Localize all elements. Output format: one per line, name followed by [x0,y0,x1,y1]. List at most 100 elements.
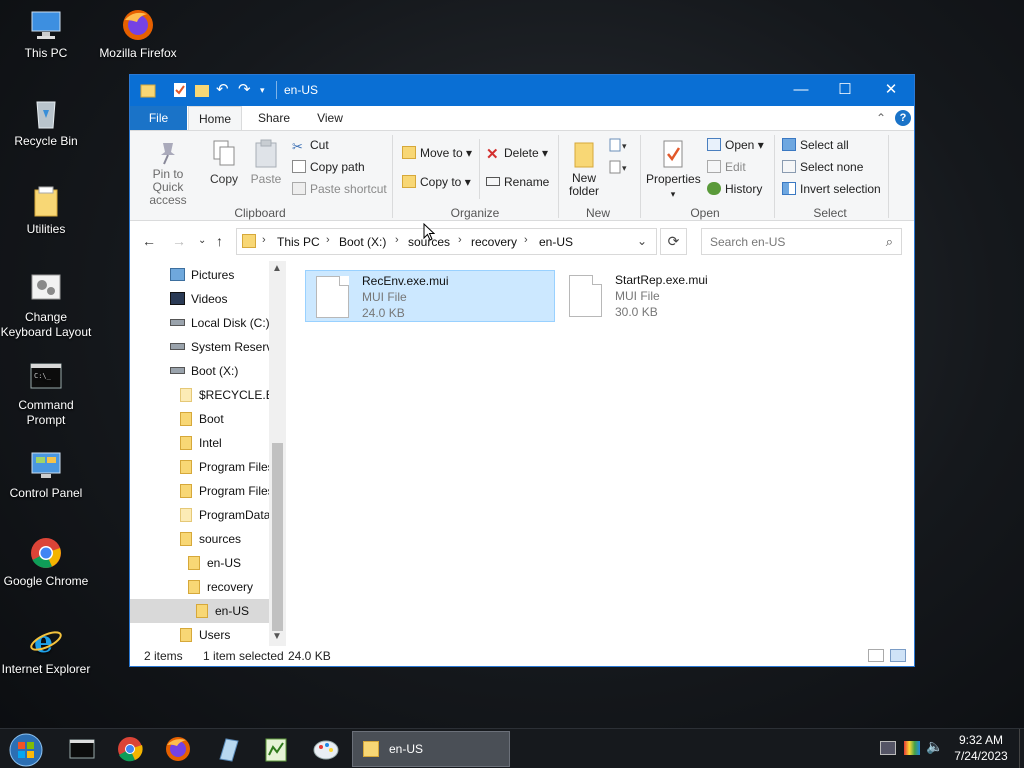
edit-button[interactable]: Edit [707,160,746,174]
history-label: History [725,182,763,196]
nav-item-sources[interactable]: sources [130,527,270,551]
back-button[interactable]: ← [142,233,156,249]
nav-item-intel[interactable]: Intel [130,431,270,455]
desktop-icon-utilities[interactable]: Utilities [0,184,92,237]
file-item[interactable]: RecEnv.exe.mui MUI File 24.0 KB [305,270,555,322]
taskbar-task-manager[interactable] [252,733,302,765]
open-group-label: Open [690,206,720,220]
paste-shortcut-button[interactable]: Paste shortcut [292,182,387,196]
customize-toolbar-icon[interactable]: ▾ [260,82,276,98]
taskbar-firefox[interactable] [154,733,204,765]
nav-item-recovery[interactable]: recovery [130,575,270,599]
delete-label: Delete [504,146,539,160]
copy-path-button[interactable]: Copy path [292,160,365,174]
large-icons-view-icon[interactable] [890,649,906,662]
nav-item-program-files[interactable]: Program Files [130,455,270,479]
open-button[interactable]: Open ▾ [707,138,764,152]
close-button[interactable]: ✕ [868,75,914,106]
up-button[interactable]: ↑ [216,233,223,249]
volume-muted-icon[interactable]: 🔈 [926,738,943,755]
recycle-bin-icon [29,96,63,130]
copy-button[interactable]: Copy [208,139,240,186]
delete-button[interactable]: ✕ Delete ▾ [486,146,548,162]
properties-quick-icon[interactable] [172,82,188,98]
scroll-up-icon[interactable]: ▲ [272,263,282,274]
desktop-icon-control-panel[interactable]: Control Panel [0,448,92,501]
nav-item-pictures[interactable]: Pictures [130,263,270,287]
display-icon[interactable] [904,741,920,755]
title-bar[interactable]: ↶ ↷ ▾ en-US — ☐ ✕ [130,75,914,106]
select-all-button[interactable]: Select all [782,138,849,152]
nav-item-program-files-x86[interactable]: Program Files [130,479,270,503]
nav-scrollbar[interactable]: ▲ ▼ [269,261,286,646]
nav-item-local-disk[interactable]: Local Disk (C:) [130,311,270,335]
breadcrumb-boot[interactable]: Boot (X:) [339,235,386,249]
paste-button[interactable]: Paste [248,139,284,186]
nav-item-programdata[interactable]: ProgramData [130,503,270,527]
pin-to-quick-access-button[interactable]: Pin to Quick access [136,139,200,207]
collapse-ribbon-icon[interactable]: ⌃ [872,106,890,130]
history-button[interactable]: History [707,182,762,196]
cut-button[interactable]: ✂ Cut [292,138,329,154]
taskbar-notepad[interactable] [204,733,254,765]
select-none-button[interactable]: Select none [782,160,863,174]
file-type: MUI File [362,290,407,304]
maximize-button[interactable]: ☐ [822,75,868,106]
rename-button[interactable]: Rename [486,175,549,189]
taskbar-file-explorer[interactable]: en-US [352,731,510,767]
new-folder-quick-icon[interactable] [194,82,210,98]
refresh-button[interactable]: ⟳ [660,228,687,255]
minimize-button[interactable]: — [778,75,824,106]
tab-share[interactable]: Share [248,106,300,130]
group-separator [392,135,393,218]
address-dropdown-icon[interactable]: ⌄ [637,234,647,248]
show-desktop-button[interactable] [1019,729,1024,768]
breadcrumb-recovery[interactable]: recovery [471,235,517,249]
taskbar-paint[interactable] [302,733,352,765]
desktop-icon-command-prompt[interactable]: C:\_ Command Prompt [0,360,92,428]
nav-item-recycle-bin-folder[interactable]: $RECYCLE.BIN [130,383,270,407]
taskbar-chrome[interactable] [106,733,156,765]
nav-item-system-reserved[interactable]: System Reserve [130,335,270,359]
move-to-button[interactable]: Move to ▾ [402,146,472,160]
start-button[interactable] [4,733,48,767]
nav-item-boot-folder[interactable]: Boot [130,407,270,431]
tab-home[interactable]: Home [188,106,242,131]
network-icon[interactable] [880,741,896,755]
properties-button[interactable]: Properties ▾ [646,139,701,200]
breadcrumb-en-us[interactable]: en-US [539,235,573,249]
address-bar[interactable]: › This PC › Boot (X:) › sources › recove… [236,228,657,255]
undo-icon[interactable]: ↶ [216,82,232,98]
nav-item-en-us[interactable]: en-US [130,551,270,575]
search-input[interactable]: Search en-US ⌕ [701,228,902,255]
desktop-icon-this-pc[interactable]: This PC [0,8,92,61]
easy-access-button[interactable]: ▾ [608,159,630,178]
forward-button[interactable]: → [172,233,186,249]
file-item[interactable]: StartRep.exe.mui MUI File 30.0 KB [559,270,809,322]
tab-view[interactable]: View [306,106,354,130]
clock[interactable]: 9:32 AM 7/24/2023 [944,732,1018,764]
recent-locations-icon[interactable]: ⌄ [198,235,206,246]
new-folder-button[interactable]: New folder [564,139,604,198]
nav-item-videos[interactable]: Videos [130,287,270,311]
desktop-icon-google-chrome[interactable]: Google Chrome [0,536,92,589]
taskbar-command-prompt[interactable] [58,733,108,765]
redo-icon[interactable]: ↷ [238,82,254,98]
details-view-icon[interactable] [868,649,884,662]
nav-item-users[interactable]: Users [130,623,270,646]
nav-item-recovery-en-us[interactable]: en-US [130,599,270,623]
breadcrumb-this-pc[interactable]: This PC [277,235,320,249]
copy-to-button[interactable]: Copy to ▾ [402,175,471,189]
tab-file[interactable]: File [130,106,187,130]
help-button[interactable]: ? [895,110,911,126]
desktop-icon-change-keyboard-layout[interactable]: Change Keyboard Layout [0,272,92,340]
new-item-button[interactable]: ▾ [608,137,630,156]
nav-item-boot[interactable]: Boot (X:) [130,359,270,383]
scrollbar-thumb[interactable] [272,443,283,631]
desktop-icon-internet-explorer[interactable]: e Internet Explorer [0,624,92,677]
desktop-icon-firefox[interactable]: Mozilla Firefox [92,8,184,61]
invert-selection-button[interactable]: Invert selection [782,182,881,196]
desktop-icon-recycle-bin[interactable]: Recycle Bin [0,96,92,149]
desktop-icon-label: Recycle Bin [14,134,78,148]
scroll-down-icon[interactable]: ▼ [272,631,282,642]
